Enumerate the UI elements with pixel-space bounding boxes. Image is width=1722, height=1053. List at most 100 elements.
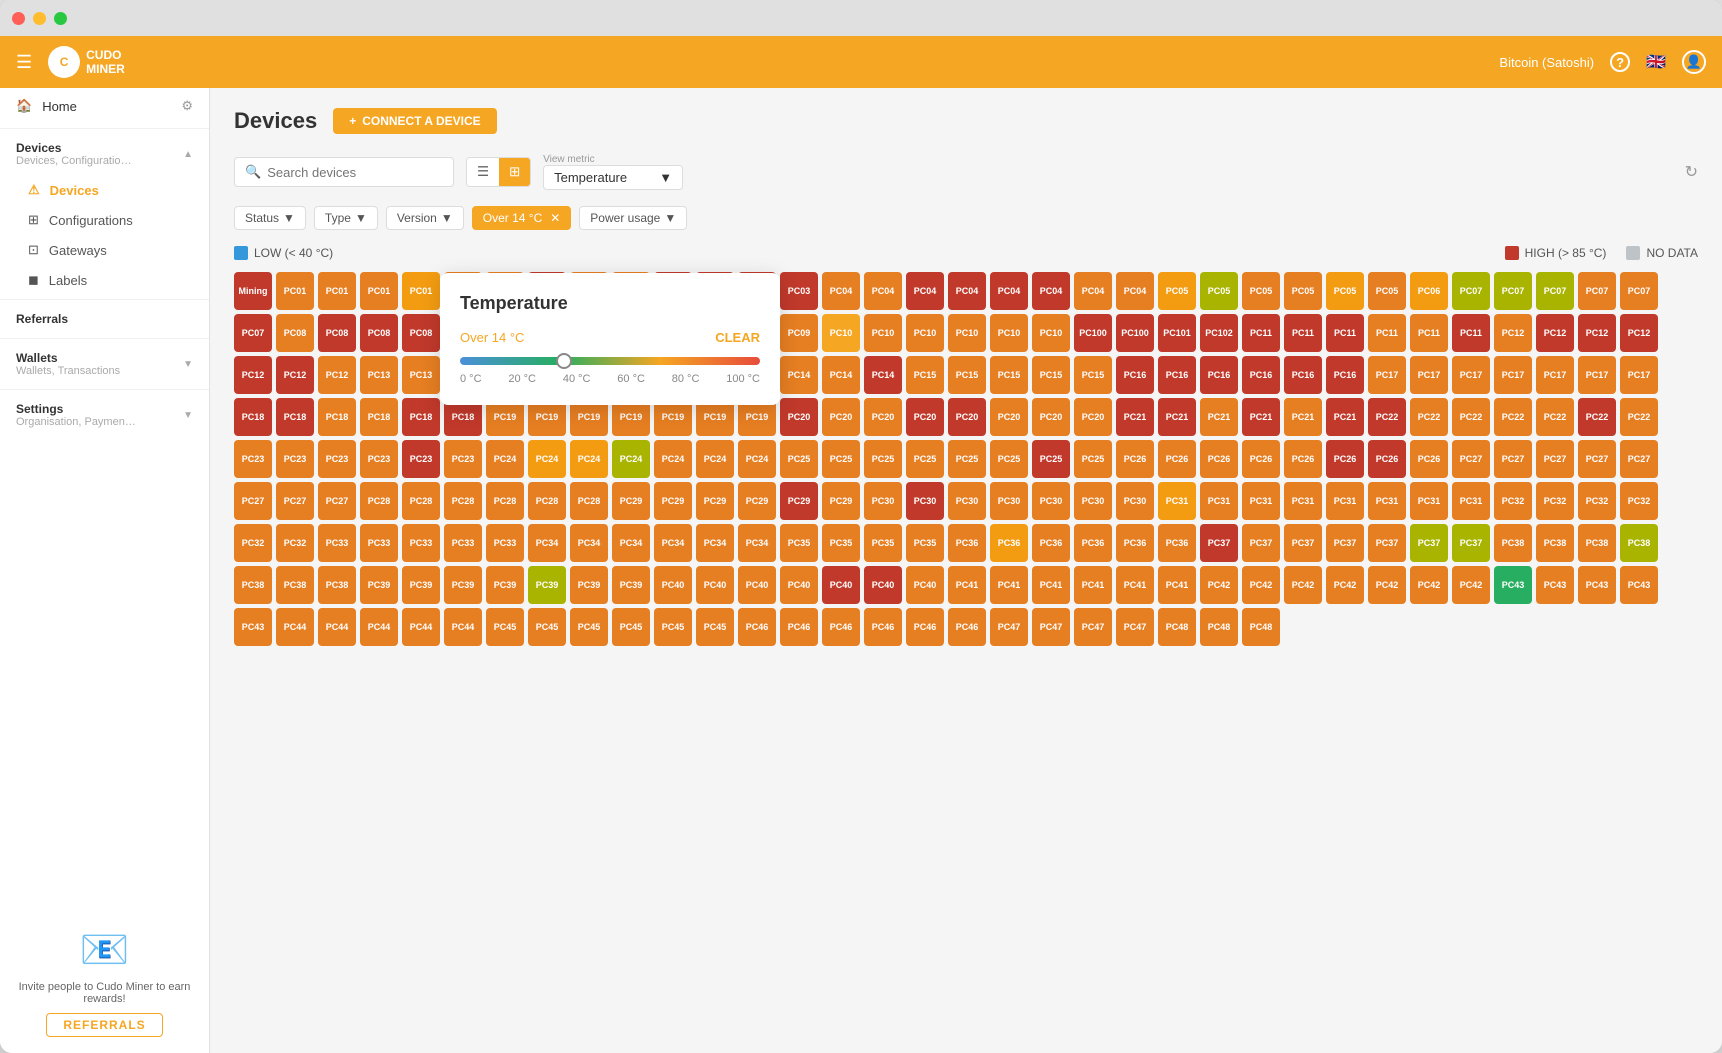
device-cell[interactable]: PC42	[1368, 566, 1406, 604]
device-cell[interactable]: PC18	[234, 398, 272, 436]
device-cell[interactable]: PC40	[738, 566, 776, 604]
device-cell[interactable]: PC101	[1158, 314, 1196, 352]
device-cell[interactable]: PC42	[1200, 566, 1238, 604]
device-cell[interactable]: PC44	[360, 608, 398, 646]
minimize-btn[interactable]	[33, 12, 46, 25]
device-cell[interactable]: PC21	[1158, 398, 1196, 436]
power-usage-filter[interactable]: Power usage ▼	[579, 206, 687, 230]
device-cell[interactable]: PC04	[1116, 272, 1154, 310]
device-cell[interactable]: PC29	[822, 482, 860, 520]
device-cell[interactable]: PC22	[1494, 398, 1532, 436]
version-filter[interactable]: Version ▼	[386, 206, 464, 230]
device-cell[interactable]: PC42	[1242, 566, 1280, 604]
device-cell[interactable]: PC39	[528, 566, 566, 604]
device-cell[interactable]: PC27	[1536, 440, 1574, 478]
refresh-button[interactable]: ↻	[1685, 162, 1698, 182]
device-cell[interactable]: PC21	[1200, 398, 1238, 436]
maximize-btn[interactable]	[54, 12, 67, 25]
device-cell[interactable]: PC43	[1578, 566, 1616, 604]
device-cell[interactable]: PC26	[1200, 440, 1238, 478]
device-cell[interactable]: PC07	[1452, 272, 1490, 310]
settings-section-header[interactable]: Settings Organisation, Payment, Users ▼	[0, 394, 209, 436]
device-cell[interactable]: PC14	[780, 356, 818, 394]
device-cell[interactable]: PC37	[1200, 524, 1238, 562]
device-cell[interactable]: PC45	[486, 608, 524, 646]
list-view-button[interactable]: ☰	[467, 158, 499, 186]
device-cell[interactable]: PC15	[1032, 356, 1070, 394]
device-cell[interactable]: PC05	[1284, 272, 1322, 310]
device-cell[interactable]: PC09	[780, 314, 818, 352]
device-cell[interactable]: PC28	[570, 482, 608, 520]
device-cell[interactable]: PC23	[318, 440, 356, 478]
device-cell[interactable]: PC04	[948, 272, 986, 310]
device-cell[interactable]: PC07	[1494, 272, 1532, 310]
clear-filter-icon[interactable]: ✕	[550, 211, 560, 225]
device-cell[interactable]: PC45	[654, 608, 692, 646]
device-cell[interactable]: PC15	[1074, 356, 1112, 394]
device-cell[interactable]: PC45	[528, 608, 566, 646]
device-cell[interactable]: PC05	[1326, 272, 1364, 310]
sidebar-item-configurations[interactable]: ⊞ Configurations	[0, 205, 209, 235]
device-cell[interactable]: PC33	[444, 524, 482, 562]
device-cell[interactable]: PC25	[864, 440, 902, 478]
device-cell[interactable]: PC05	[1200, 272, 1238, 310]
device-cell[interactable]: PC31	[1410, 482, 1448, 520]
device-cell[interactable]: PC13	[402, 356, 440, 394]
device-cell[interactable]: PC43	[1494, 566, 1532, 604]
hamburger-menu[interactable]: ☰	[16, 52, 32, 73]
device-cell[interactable]: PC24	[570, 440, 608, 478]
device-cell[interactable]: PC30	[948, 482, 986, 520]
device-cell[interactable]: PC48	[1242, 608, 1280, 646]
currency-selector[interactable]: Bitcoin (Satoshi)	[1499, 55, 1594, 70]
device-cell[interactable]: PC20	[1074, 398, 1112, 436]
device-cell[interactable]: PC30	[990, 482, 1028, 520]
device-cell[interactable]: PC48	[1158, 608, 1196, 646]
device-cell[interactable]: PC29	[780, 482, 818, 520]
referrals-section-header[interactable]: Referrals	[0, 304, 209, 334]
device-cell[interactable]: PC13	[360, 356, 398, 394]
device-cell[interactable]: PC47	[990, 608, 1028, 646]
device-cell[interactable]: PC05	[1242, 272, 1280, 310]
device-cell[interactable]: PC41	[948, 566, 986, 604]
device-cell[interactable]: PC18	[402, 398, 440, 436]
device-cell[interactable]: PC40	[780, 566, 818, 604]
device-cell[interactable]: PC32	[1494, 482, 1532, 520]
device-cell[interactable]: PC24	[696, 440, 734, 478]
device-cell[interactable]: PC10	[1032, 314, 1070, 352]
device-cell[interactable]: PC38	[276, 566, 314, 604]
device-cell[interactable]: PC14	[864, 356, 902, 394]
device-cell[interactable]: PC01	[276, 272, 314, 310]
device-cell[interactable]: PC41	[1116, 566, 1154, 604]
device-cell[interactable]: PC17	[1494, 356, 1532, 394]
device-cell[interactable]: PC31	[1242, 482, 1280, 520]
device-cell[interactable]: PC39	[612, 566, 650, 604]
device-cell[interactable]: PC12	[234, 356, 272, 394]
device-cell[interactable]: PC26	[1158, 440, 1196, 478]
device-cell[interactable]: PC16	[1116, 356, 1154, 394]
settings-gear-icon[interactable]: ⚙	[181, 98, 193, 114]
device-cell[interactable]: PC40	[822, 566, 860, 604]
device-cell[interactable]: PC07	[234, 314, 272, 352]
device-cell[interactable]: PC46	[780, 608, 818, 646]
device-cell[interactable]: PC28	[402, 482, 440, 520]
temperature-slider-track[interactable]	[460, 357, 760, 365]
device-cell[interactable]: PC17	[1368, 356, 1406, 394]
device-cell[interactable]: PC35	[906, 524, 944, 562]
device-cell[interactable]: PC44	[276, 608, 314, 646]
device-cell[interactable]: PC07	[1620, 272, 1658, 310]
device-cell[interactable]: PC30	[906, 482, 944, 520]
device-cell[interactable]: PC33	[360, 524, 398, 562]
device-cell[interactable]: PC37	[1326, 524, 1364, 562]
device-cell[interactable]: PC46	[738, 608, 776, 646]
device-cell[interactable]: PC32	[1620, 482, 1658, 520]
device-cell[interactable]: PC23	[276, 440, 314, 478]
device-cell[interactable]: PC12	[1578, 314, 1616, 352]
device-cell[interactable]: PC12	[1620, 314, 1658, 352]
device-cell[interactable]: PC36	[1158, 524, 1196, 562]
device-cell[interactable]: PC20	[1032, 398, 1070, 436]
device-cell[interactable]: PC25	[822, 440, 860, 478]
device-cell[interactable]: PC25	[948, 440, 986, 478]
device-cell[interactable]: PC33	[318, 524, 356, 562]
sidebar-item-labels[interactable]: ◼ Labels	[0, 265, 209, 295]
device-cell[interactable]: PC47	[1032, 608, 1070, 646]
